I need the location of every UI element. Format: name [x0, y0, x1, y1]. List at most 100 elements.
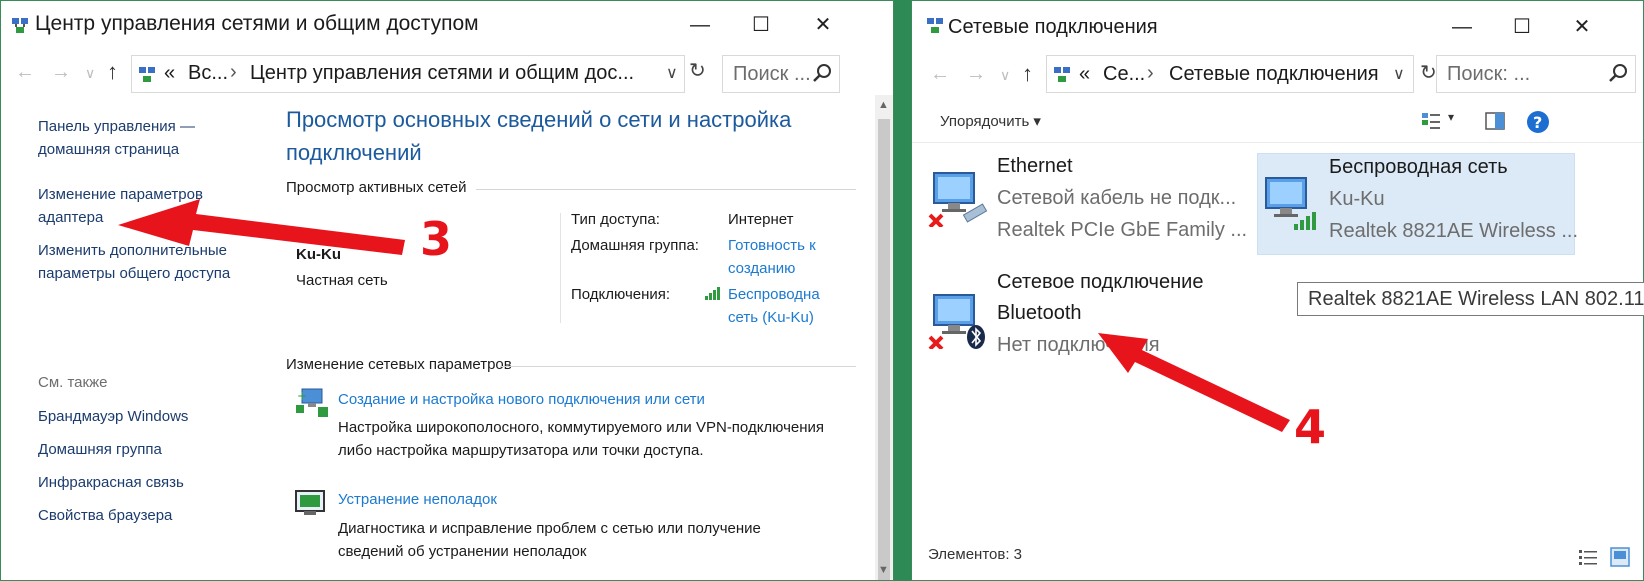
close-button[interactable]: ✕	[801, 11, 845, 39]
scroll-up-icon[interactable]: ▲	[878, 99, 889, 111]
task-troubleshoot-link[interactable]: Устранение неполадок	[338, 491, 497, 508]
navigation-bar: ← → ∨ ↑ « Се... › Сетевые подключения ∨ …	[912, 53, 1643, 95]
wifi-signal-icon	[705, 287, 720, 300]
search-input[interactable]: Поиск ...	[733, 63, 811, 86]
large-icons-view-icon[interactable]	[1610, 547, 1630, 567]
organize-button[interactable]: Упорядочить ▾	[940, 112, 1041, 130]
link-firewall[interactable]: Брандмауэр Windows	[38, 405, 188, 428]
address-segment[interactable]: Се...	[1103, 63, 1145, 86]
connection-status: Сетевой кабель не подк...	[997, 187, 1237, 209]
change-settings-label: Изменение сетевых параметров	[286, 356, 512, 373]
forward-arrow-icon[interactable]: →	[966, 63, 986, 86]
chevron-right-icon[interactable]: ›	[1147, 62, 1154, 85]
wireless-adapter-icon	[1265, 177, 1316, 230]
close-button[interactable]: ✕	[1560, 13, 1604, 41]
network-center-icon	[139, 67, 155, 82]
connection-status: Нет подключения	[997, 334, 1160, 356]
address-segment-current[interactable]: Центр управления сетями и общим дос...	[250, 62, 634, 85]
search-icon[interactable]	[811, 62, 833, 84]
homegroup-link[interactable]: Готовность к	[728, 237, 816, 254]
address-overflow[interactable]: «	[1079, 63, 1090, 86]
scroll-down-icon[interactable]: ▼	[878, 564, 889, 576]
network-connections-icon	[927, 18, 943, 33]
divider	[476, 189, 856, 190]
refresh-icon[interactable]: ↻	[1420, 60, 1437, 85]
task-troubleshoot-desc: Диагностика и исправление проблем с сеть…	[338, 520, 761, 537]
maximize-button[interactable]: ☐	[739, 11, 783, 39]
task-troubleshoot-desc-line2: сведений об устранении неполадок	[338, 543, 587, 560]
back-arrow-icon[interactable]: ←	[930, 63, 950, 86]
homegroup-label: Домашняя группа:	[571, 237, 699, 254]
minimize-button[interactable]: —	[678, 11, 722, 39]
access-type-label: Тип доступа:	[571, 211, 660, 228]
task-new-connection-link[interactable]: Создание и настройка нового подключения …	[338, 391, 705, 408]
troubleshoot-icon	[295, 490, 325, 515]
main-pane: Просмотр основных сведений о сети и наст…	[286, 101, 875, 580]
connection-link-line2[interactable]: сеть (Ku-Ku)	[728, 309, 814, 326]
connection-name: Ethernet	[997, 155, 1073, 177]
link-change-adapter-settings[interactable]: Изменение параметров адаптера	[38, 183, 228, 229]
view-options-chevron-icon[interactable]: ▾	[1448, 110, 1454, 124]
chevron-right-icon[interactable]: ›	[230, 61, 237, 84]
vertical-scrollbar[interactable]: ▲ ▼	[875, 95, 893, 580]
left-pane: Панель управления — домашняя страница Из…	[1, 101, 266, 580]
ethernet-adapter-icon	[928, 172, 988, 227]
back-arrow-icon[interactable]: ←	[15, 61, 35, 84]
search-box[interactable]: Поиск ...	[722, 55, 840, 93]
details-view-icon[interactable]	[1578, 548, 1598, 566]
search-icon[interactable]	[1607, 62, 1629, 84]
link-homegroup[interactable]: Домашняя группа	[38, 438, 162, 461]
annotation-label-4: 4	[1294, 400, 1327, 454]
change-view-icon[interactable]	[1420, 110, 1442, 132]
connections-label: Подключения:	[571, 286, 671, 303]
up-arrow-icon[interactable]: ↑	[107, 59, 118, 85]
preview-pane-icon[interactable]	[1484, 110, 1506, 132]
forward-arrow-icon[interactable]: →	[51, 61, 71, 84]
chevron-down-icon[interactable]: ∨	[666, 63, 678, 83]
chevron-down-icon[interactable]: ∨	[1393, 64, 1405, 84]
page-title: Просмотр основных сведений о сети и наст…	[286, 107, 792, 165]
connection-item-wireless[interactable]: Беспроводная сеть Ku-Ku Realtek 8821AE W…	[1257, 153, 1578, 255]
connection-name-line2: Bluetooth	[997, 302, 1082, 324]
connection-item-ethernet[interactable]: Ethernet Сетевой кабель не подк... Realt…	[926, 149, 1247, 251]
title-bar[interactable]: Центр управления сетями и общим доступом…	[1, 1, 893, 51]
help-icon[interactable]: ?	[1526, 110, 1550, 134]
connection-link[interactable]: Беспроводна	[728, 286, 820, 303]
up-arrow-icon[interactable]: ↑	[1022, 61, 1033, 87]
window-title: Центр управления сетями и общим доступом	[35, 12, 479, 35]
search-input[interactable]: Поиск: ...	[1447, 63, 1530, 86]
search-box[interactable]: Поиск: ...	[1436, 55, 1636, 93]
title-bar[interactable]: Сетевые подключения — ☐ ✕	[912, 1, 1643, 51]
maximize-button[interactable]: ☐	[1500, 13, 1544, 41]
link-infrared[interactable]: Инфракрасная связь	[38, 471, 184, 494]
minimize-button[interactable]: —	[1440, 13, 1484, 41]
refresh-icon[interactable]: ↻	[689, 58, 706, 83]
address-overflow[interactable]: «	[164, 62, 175, 85]
network-type[interactable]: Частная сеть	[296, 272, 388, 289]
address-bar[interactable]: « Вс... › Центр управления сетями и общи…	[131, 55, 685, 93]
adapter-tooltip: Realtek 8821AE Wireless LAN 802.11ac	[1297, 282, 1644, 316]
homegroup-link-line2[interactable]: созданию	[728, 260, 795, 277]
network-center-icon	[12, 18, 28, 33]
status-bar: Элементов: 3	[912, 534, 1643, 580]
network-name: Ku-Ku	[296, 246, 341, 263]
network-center-window: Центр управления сетями и общим доступом…	[0, 0, 894, 581]
connection-item-bluetooth[interactable]: Сетевое подключение Bluetooth Нет подклю…	[926, 271, 1226, 371]
recent-chevron-icon[interactable]: ∨	[85, 65, 95, 82]
divider	[500, 366, 856, 367]
link-advanced-sharing-settings[interactable]: Изменить дополнительные параметры общего…	[38, 239, 238, 285]
recent-chevron-icon[interactable]: ∨	[1000, 67, 1010, 84]
address-segment[interactable]: Вс...	[188, 62, 228, 85]
address-bar[interactable]: « Се... › Сетевые подключения ∨	[1046, 55, 1414, 93]
command-bar: Упорядочить ▾ ▾ ?	[912, 101, 1643, 143]
address-segment-current[interactable]: Сетевые подключения	[1169, 63, 1379, 86]
link-internet-options[interactable]: Свойства браузера	[38, 504, 172, 527]
connection-device: Realtek 8821AE Wireless ...	[1329, 220, 1578, 242]
connection-name: Беспроводная сеть	[1329, 156, 1508, 178]
svg-text:?: ?	[1533, 113, 1542, 132]
window-title: Сетевые подключения	[948, 16, 1158, 38]
svg-text:+: +	[297, 389, 307, 403]
link-control-panel-home[interactable]: Панель управления — домашняя страница	[38, 115, 238, 161]
new-connection-icon: +	[296, 388, 328, 417]
scrollbar-thumb[interactable]	[878, 119, 890, 580]
